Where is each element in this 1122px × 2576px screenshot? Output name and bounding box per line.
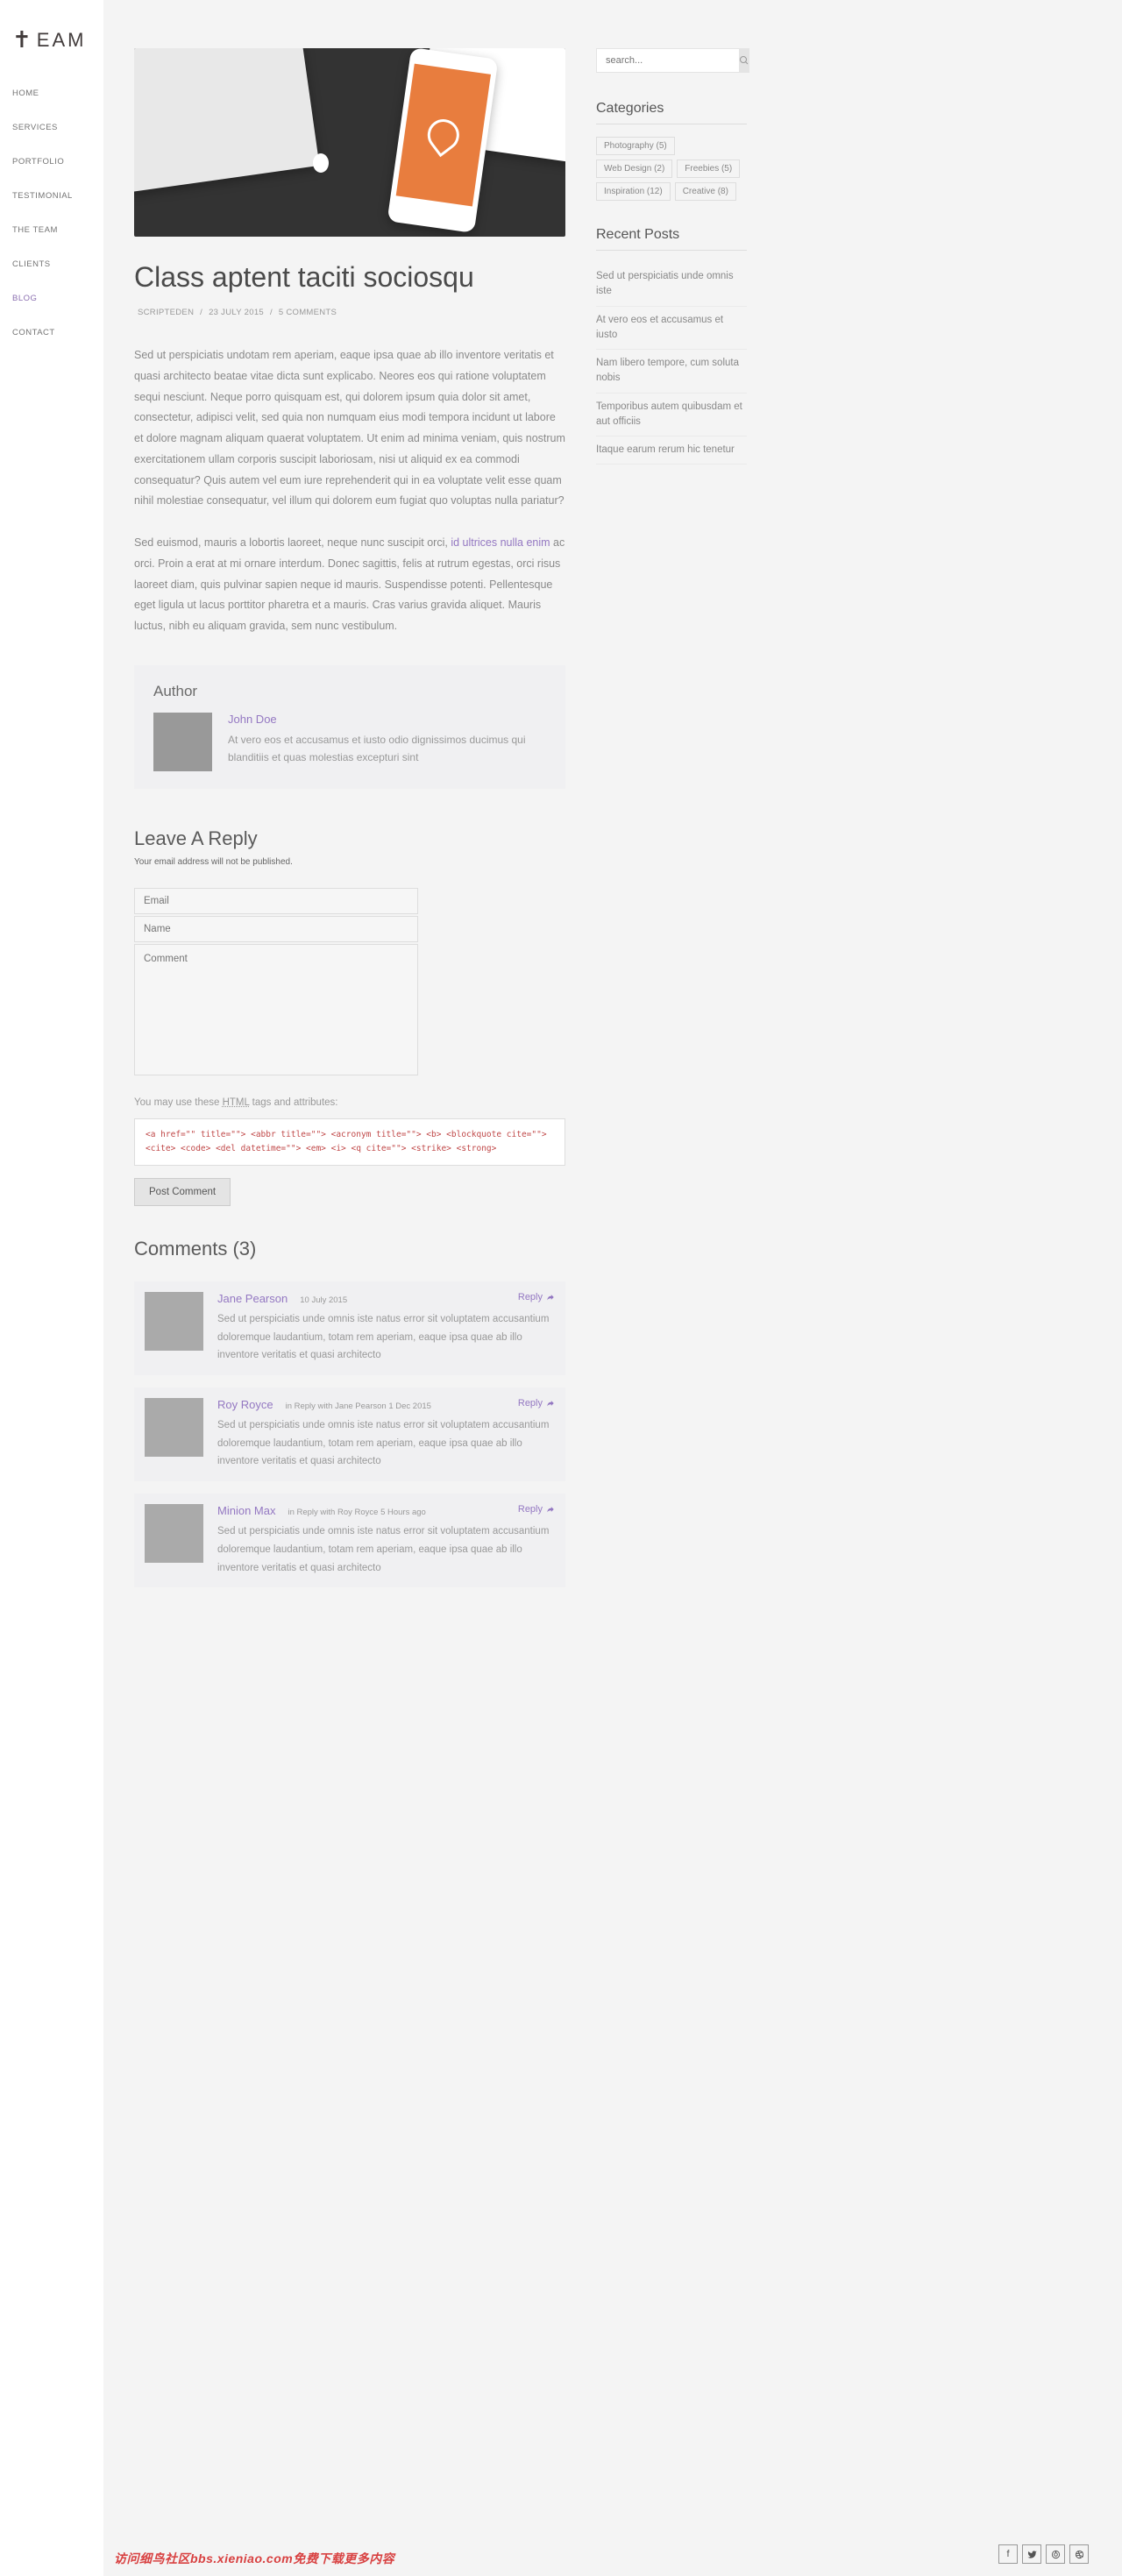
logo[interactable]: ✝ EAM bbox=[12, 26, 103, 53]
meta-comments[interactable]: 5 COMMENTS bbox=[279, 308, 337, 317]
comment-text: Sed ut perspiciatis unde omnis iste natu… bbox=[217, 1310, 555, 1365]
comment-text: Sed ut perspiciatis unde omnis iste natu… bbox=[217, 1522, 555, 1577]
comment-avatar bbox=[145, 1292, 203, 1351]
post-comment-button[interactable]: Post Comment bbox=[134, 1178, 231, 1206]
search-wrap bbox=[596, 48, 747, 73]
right-sidebar: Categories Photography (5) Web Design (2)… bbox=[596, 48, 747, 1600]
comment-avatar bbox=[145, 1504, 203, 1563]
author-box: Author John Doe At vero eos et accusamus… bbox=[134, 665, 565, 789]
allowed-tags-code: <a href="" title=""> <abbr title=""> <ac… bbox=[134, 1118, 565, 1166]
nav-item-portfolio[interactable]: PORTFOLIO bbox=[12, 157, 103, 167]
comment-text: Sed ut perspiciatis unde omnis iste natu… bbox=[217, 1416, 555, 1471]
reply-note: Your email address will not be published… bbox=[134, 857, 565, 867]
reply-icon bbox=[546, 1399, 555, 1408]
category-tag[interactable]: Inspiration (12) bbox=[596, 182, 671, 201]
comment-meta: 10 July 2015 bbox=[300, 1295, 347, 1305]
nav-item-contact[interactable]: CONTACT bbox=[12, 328, 103, 337]
search-button[interactable] bbox=[739, 48, 749, 73]
post-title: Class aptent taciti sociosqu bbox=[134, 261, 565, 294]
category-tag[interactable]: Photography (5) bbox=[596, 137, 675, 155]
recent-post-item[interactable]: Sed ut perspiciatis unde omnis iste bbox=[596, 263, 747, 307]
category-tag[interactable]: Creative (8) bbox=[675, 182, 736, 201]
reply-link[interactable]: Reply bbox=[518, 1292, 555, 1302]
inline-link[interactable]: id ultrices nulla enim bbox=[451, 536, 550, 549]
comment-author[interactable]: Roy Royce bbox=[217, 1398, 273, 1411]
reply-link[interactable]: Reply bbox=[518, 1504, 555, 1515]
logo-text: EAM bbox=[37, 29, 87, 52]
pinterest-icon[interactable] bbox=[1046, 2544, 1065, 2564]
reply-link[interactable]: Reply bbox=[518, 1398, 555, 1409]
left-nav: ✝ EAM HOME SERVICES PORTFOLIO TESTIMONIAL TH… bbox=[0, 0, 103, 2576]
nav-item-home[interactable]: HOME bbox=[12, 89, 103, 98]
post-paragraph: Sed ut perspiciatis undotam rem aperiam,… bbox=[134, 345, 565, 512]
recent-post-item[interactable]: Itaque earum rerum hic tenetur bbox=[596, 436, 747, 465]
email-field[interactable] bbox=[134, 888, 418, 914]
recent-post-item[interactable]: At vero eos et accusamus et iusto bbox=[596, 307, 747, 351]
comment: Roy Royce in Reply with Jane Pearson 1 De… bbox=[134, 1387, 565, 1481]
recent-posts-list: Sed ut perspiciatis unde omnis isteAt ve… bbox=[596, 263, 747, 465]
comment-meta: in Reply with Roy Royce 5 Hours ago bbox=[288, 1508, 425, 1517]
footer-socials: f bbox=[998, 2544, 1089, 2564]
post-paragraph: Sed euismod, mauris a lobortis laoreet, … bbox=[134, 533, 565, 637]
search-icon bbox=[739, 55, 749, 66]
comment: Jane Pearson 10 July 2015 Reply Sed ut per… bbox=[134, 1281, 565, 1375]
content-column: Class aptent taciti sociosqu SCRIPTEDEN … bbox=[134, 48, 565, 1600]
comment: Minion Max in Reply with Roy Royce 5 Hour… bbox=[134, 1494, 565, 1587]
logo-icon: ✝ bbox=[12, 26, 34, 53]
name-field[interactable] bbox=[134, 916, 418, 942]
recent-post-item[interactable]: Nam libero tempore, cum soluta nobis bbox=[596, 350, 747, 394]
nav-item-testimonial[interactable]: TESTIMONIAL bbox=[12, 191, 103, 201]
keyboard-graphic bbox=[134, 48, 319, 192]
main: Class aptent taciti sociosqu SCRIPTEDEN … bbox=[103, 0, 1122, 1705]
recent-post-item[interactable]: Temporibus autem quibusdam et aut offici… bbox=[596, 394, 747, 437]
nav-item-clients[interactable]: CLIENTS bbox=[12, 259, 103, 269]
reply-icon bbox=[546, 1505, 555, 1514]
earbud-graphic bbox=[313, 153, 329, 173]
post-meta: SCRIPTEDEN / 23 JULY 2015 / 5 COMMENTS bbox=[134, 308, 565, 317]
comment-meta: in Reply with Jane Pearson 1 Dec 2015 bbox=[286, 1402, 431, 1411]
nav-list: HOME SERVICES PORTFOLIO TESTIMONIAL THE TEAM… bbox=[12, 89, 103, 337]
category-tag[interactable]: Freebies (5) bbox=[677, 160, 740, 178]
dribbble-icon[interactable] bbox=[1069, 2544, 1089, 2564]
comment-field[interactable] bbox=[134, 944, 418, 1075]
categories-heading: Categories bbox=[596, 101, 747, 124]
twitter-icon[interactable] bbox=[1022, 2544, 1041, 2564]
meta-date: 23 JULY 2015 bbox=[209, 308, 264, 317]
nav-item-the-team[interactable]: THE TEAM bbox=[12, 225, 103, 235]
author-heading: Author bbox=[153, 683, 546, 700]
earbud-graphic bbox=[392, 197, 408, 216]
tag-list: Photography (5) Web Design (2) Freebies (5… bbox=[596, 137, 747, 201]
author-avatar bbox=[153, 713, 212, 771]
nav-item-blog[interactable]: BLOG bbox=[12, 294, 103, 303]
meta-author[interactable]: SCRIPTEDEN bbox=[138, 308, 194, 317]
author-name[interactable]: John Doe bbox=[228, 713, 546, 726]
search-input[interactable] bbox=[596, 48, 739, 73]
author-bio: At vero eos et accusamus et iusto odio d… bbox=[228, 731, 546, 767]
hero-image bbox=[134, 48, 565, 237]
reply-icon bbox=[546, 1293, 555, 1302]
nav-item-services[interactable]: SERVICES bbox=[12, 123, 103, 132]
reply-heading: Leave A Reply bbox=[134, 827, 565, 850]
category-tag[interactable]: Web Design (2) bbox=[596, 160, 672, 178]
watermark-text: 访问细鸟社区bbs.xieniao.com免费下载更多内容 bbox=[114, 2550, 394, 2567]
comment-avatar bbox=[145, 1398, 203, 1457]
facebook-icon[interactable]: f bbox=[998, 2544, 1018, 2564]
recent-posts-heading: Recent Posts bbox=[596, 227, 747, 251]
comment-author[interactable]: Minion Max bbox=[217, 1504, 275, 1517]
html-hint: You may use these HTML tags and attribut… bbox=[134, 1097, 565, 1108]
comments-heading: Comments (3) bbox=[134, 1238, 565, 1260]
comments-list: Jane Pearson 10 July 2015 Reply Sed ut per… bbox=[134, 1281, 565, 1587]
comment-author[interactable]: Jane Pearson bbox=[217, 1292, 288, 1305]
